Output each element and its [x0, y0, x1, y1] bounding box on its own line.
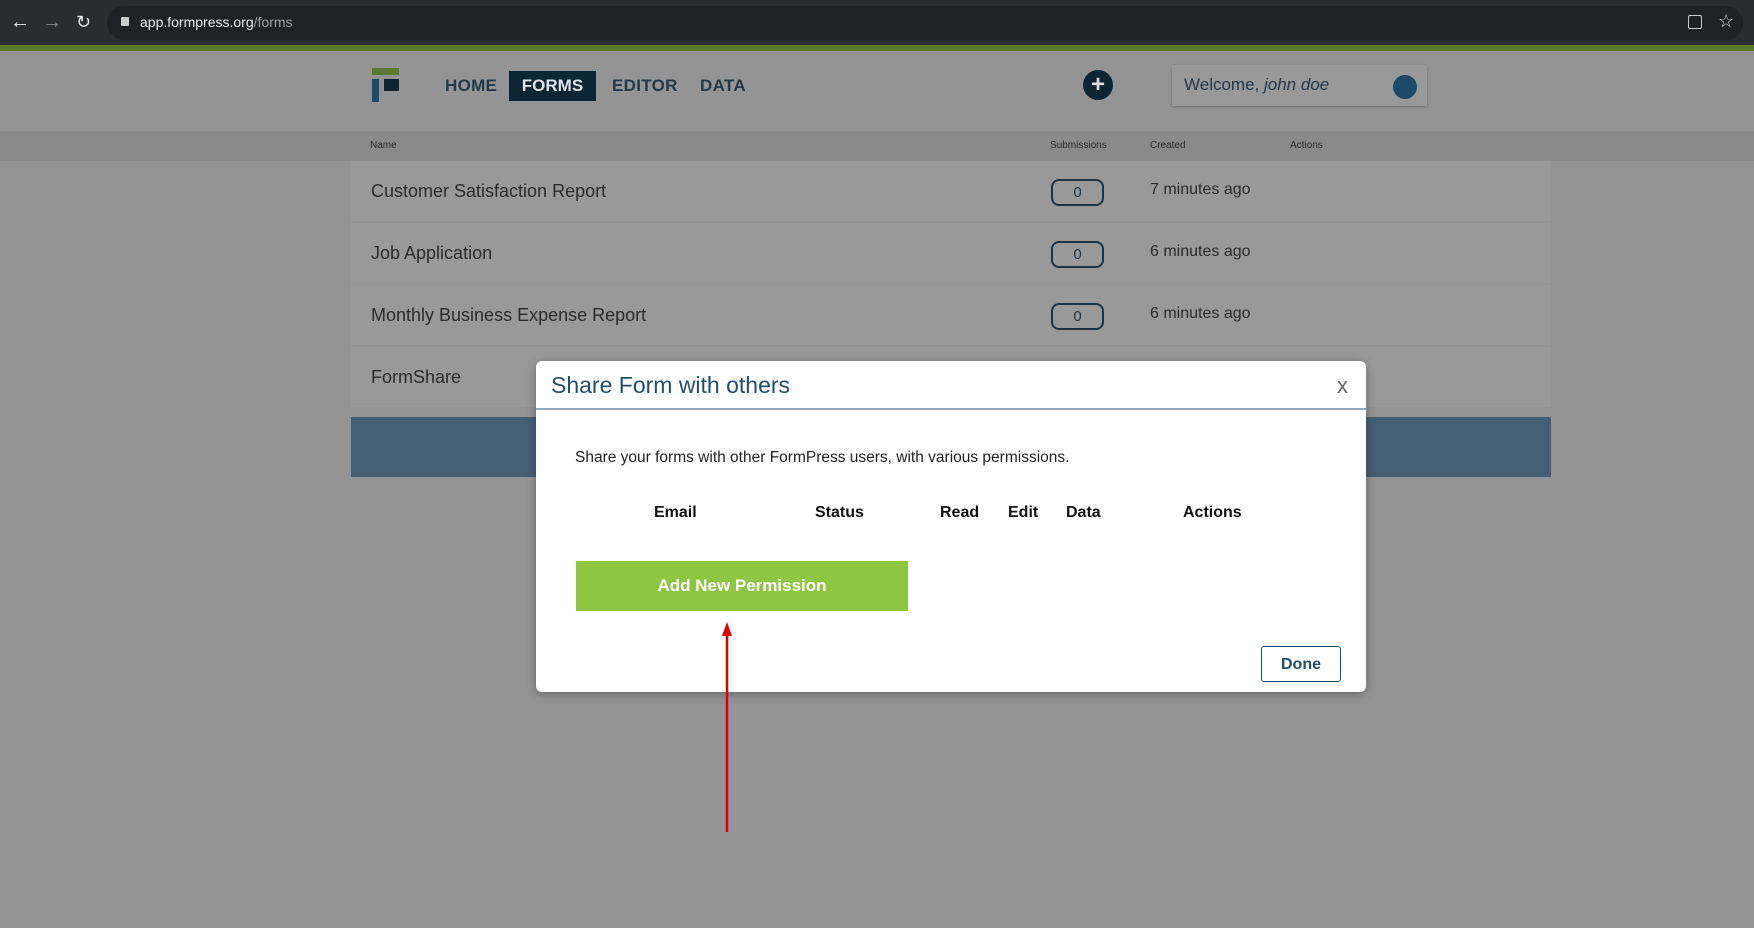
url-text[interactable]: app.formpress.org/forms: [140, 14, 293, 30]
nav-data[interactable]: DATA: [700, 76, 746, 96]
form-name[interactable]: Monthly Business Expense Report: [371, 305, 646, 326]
done-button[interactable]: Done: [1261, 646, 1341, 682]
col-name: Name: [370, 140, 397, 151]
submissions-badge[interactable]: 0: [1051, 179, 1104, 206]
perm-col-edit: Edit: [1008, 504, 1039, 521]
nav-forms[interactable]: FORMS: [509, 71, 596, 101]
perm-col-data: Data: [1066, 504, 1101, 521]
submissions-badge[interactable]: 0: [1051, 303, 1104, 330]
perm-col-status: Status: [815, 504, 864, 521]
close-icon[interactable]: x: [1337, 373, 1348, 399]
browser-toolbar: ← → ↻ app.formpress.org/forms ☆: [0, 0, 1754, 45]
created-time: 7 minutes ago: [1150, 181, 1251, 198]
address-bar[interactable]: [107, 6, 1743, 40]
divider: [536, 408, 1366, 410]
star-icon[interactable]: ☆: [1718, 11, 1734, 32]
table-row[interactable]: Customer Satisfaction Report 0 7 minutes…: [351, 161, 1551, 221]
table-row[interactable]: Monthly Business Expense Report 0 6 minu…: [351, 285, 1551, 345]
col-created: Created: [1150, 140, 1186, 151]
col-submissions: Submissions: [1050, 140, 1107, 151]
created-time: 6 minutes ago: [1150, 305, 1251, 322]
perm-col-actions: Actions: [1183, 504, 1242, 521]
reload-icon[interactable]: ↻: [76, 12, 91, 32]
col-actions: Actions: [1290, 140, 1323, 151]
translate-icon[interactable]: [1688, 15, 1702, 29]
add-form-plus-icon[interactable]: +: [1083, 70, 1113, 100]
accent-bar: [0, 45, 1754, 51]
welcome-box[interactable]: Welcome, john doe: [1172, 65, 1427, 106]
submissions-badge[interactable]: 0: [1051, 241, 1104, 268]
annotation-arrow: [722, 622, 732, 832]
modal-title: Share Form with others: [551, 372, 791, 398]
nav-home[interactable]: HOME: [445, 76, 497, 96]
forward-arrow-icon[interactable]: →: [42, 12, 62, 32]
table-row[interactable]: Job Application 0 6 minutes ago: [351, 223, 1551, 283]
lock-icon: [121, 17, 129, 26]
welcome-label: Welcome,: [1184, 75, 1264, 94]
share-form-modal: Share Form with others x Share your form…: [536, 361, 1366, 692]
user-name: john doe: [1264, 75, 1330, 94]
back-arrow-icon[interactable]: ←: [10, 12, 30, 32]
created-time: 6 minutes ago: [1150, 243, 1251, 260]
modal-description: Share your forms with other FormPress us…: [575, 449, 1070, 466]
url-path: /forms: [253, 14, 293, 30]
perm-col-email: Email: [654, 504, 697, 521]
add-new-permission-button[interactable]: Add New Permission: [576, 561, 908, 611]
form-name[interactable]: Job Application: [371, 243, 492, 264]
form-name[interactable]: Customer Satisfaction Report: [371, 181, 606, 202]
form-name[interactable]: FormShare: [371, 367, 461, 388]
perm-col-read: Read: [940, 504, 980, 521]
user-avatar-icon[interactable]: [1393, 75, 1417, 99]
nav-editor[interactable]: EDITOR: [612, 76, 678, 96]
url-host: app.formpress.org: [140, 14, 254, 30]
table-header: [0, 131, 1754, 161]
